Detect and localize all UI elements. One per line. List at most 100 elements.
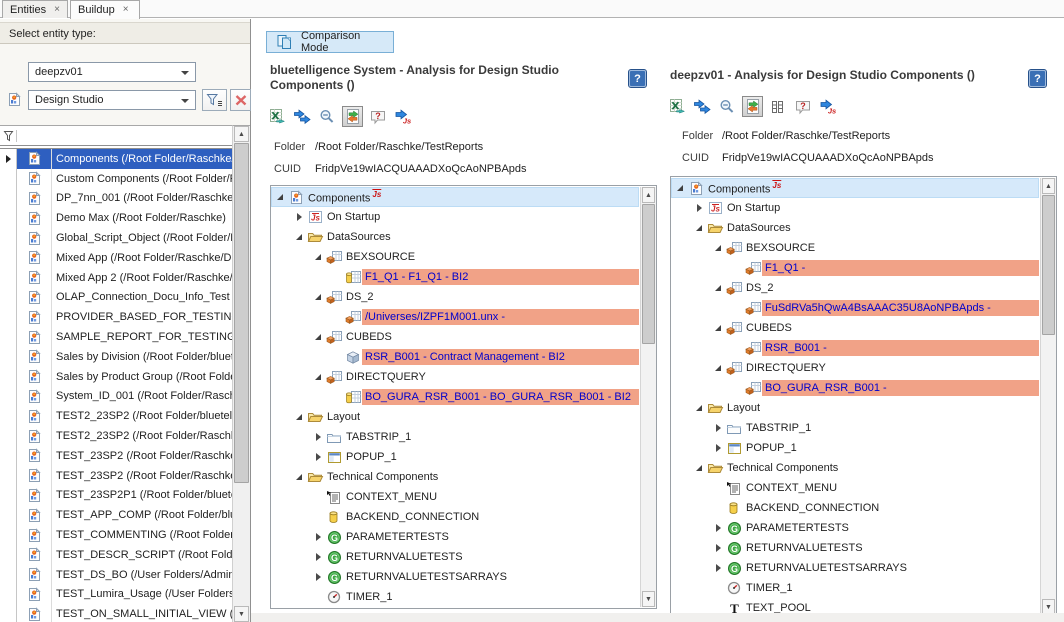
tree-item[interactable]: JsOn Startup bbox=[671, 198, 1039, 218]
entity-row[interactable]: Custom Components (/Root Folder/Ra bbox=[0, 169, 233, 189]
entity-row[interactable]: PROVIDER_BASED_FOR_TESTING (/R bbox=[0, 307, 233, 327]
entity-row[interactable]: SAMPLE_REPORT_FOR_TESTING_M ( bbox=[0, 327, 233, 347]
scroll-up-button[interactable]: ▲ bbox=[234, 126, 249, 142]
tree-item[interactable]: Layout bbox=[271, 407, 639, 427]
expand-expander-icon[interactable] bbox=[711, 424, 725, 432]
expand-expander-icon[interactable] bbox=[311, 573, 325, 581]
scrollbar-thumb[interactable] bbox=[642, 204, 655, 344]
tree-item[interactable]: POPUP_1 bbox=[671, 438, 1039, 458]
collapse-expander-icon[interactable] bbox=[292, 414, 306, 420]
expand-expander-icon[interactable] bbox=[311, 453, 325, 461]
tree-item[interactable]: TIMER_1 bbox=[271, 587, 639, 607]
entity-row[interactable]: TEST_ON_SMALL_INITIAL_VIEW (/Ro bbox=[0, 604, 233, 622]
tree-item[interactable]: BO_GURA_RSR_B001 - BO_GURA_RSR_B001 - BI… bbox=[271, 387, 639, 407]
excel-export-button[interactable] bbox=[267, 106, 288, 127]
scroll-up-button[interactable]: ▲ bbox=[1042, 178, 1055, 194]
tree-item[interactable]: ComponentsJs bbox=[271, 187, 639, 207]
expand-expander-icon[interactable] bbox=[311, 433, 325, 441]
js-transfer-button[interactable]: Js bbox=[817, 96, 838, 117]
tree-item[interactable]: Technical Components bbox=[671, 458, 1039, 478]
scroll-up-button[interactable]: ▲ bbox=[642, 187, 655, 203]
scroll-down-button[interactable]: ▼ bbox=[234, 606, 249, 622]
js-transfer-button[interactable]: Js bbox=[392, 106, 413, 127]
entity-list-filter-row[interactable] bbox=[0, 126, 233, 145]
compare-refresh-button[interactable] bbox=[742, 96, 763, 117]
tree-item[interactable]: GRETURNVALUETESTS bbox=[271, 547, 639, 567]
scroll-down-button[interactable]: ▼ bbox=[642, 591, 655, 607]
comment-question-button[interactable]: ? bbox=[792, 96, 813, 117]
tree-item[interactable]: GRETURNVALUETESTSARRAYS bbox=[271, 567, 639, 587]
entity-row[interactable]: Sales by Division (/Root Folder/bluete bbox=[0, 347, 233, 367]
entity-row[interactable]: Components (/Root Folder/Raschke/T bbox=[0, 149, 233, 169]
transfer-button[interactable] bbox=[292, 106, 313, 127]
tree-item[interactable]: POPUP_1 bbox=[271, 447, 639, 467]
tree-item[interactable]: F1_Q1 - bbox=[671, 258, 1039, 278]
zoom-out-button[interactable] bbox=[317, 106, 338, 127]
entity-row[interactable]: Sales by Product Group (/Root Folder bbox=[0, 367, 233, 387]
scrollbar-thumb[interactable] bbox=[234, 143, 249, 483]
entity-row[interactable]: Mixed App 2 (/Root Folder/Raschke/D bbox=[0, 268, 233, 288]
close-icon[interactable]: × bbox=[54, 5, 60, 15]
tree-scrollbar[interactable]: ▲ ▼ bbox=[1040, 178, 1056, 615]
tree-item[interactable]: BO_GURA_RSR_B001 - bbox=[671, 378, 1039, 398]
tree-scrollbar[interactable]: ▲ ▼ bbox=[640, 187, 656, 607]
tree-item[interactable]: DS_2 bbox=[271, 287, 639, 307]
entity-row[interactable]: TEST_23SP2 (/Root Folder/Raschke/D bbox=[0, 446, 233, 466]
collapse-expander-icon[interactable] bbox=[311, 334, 325, 340]
entity-row[interactable]: Mixed App (/Root Folder/Raschke/De bbox=[0, 248, 233, 268]
expand-expander-icon[interactable] bbox=[711, 444, 725, 452]
tree-item[interactable]: /Universes/IZPF1M001.unx - bbox=[271, 307, 639, 327]
tree-item[interactable]: FuSdRVa5hQwA4BsAAAC35U8AoNPBApds - bbox=[671, 298, 1039, 318]
expand-expander-icon[interactable] bbox=[311, 553, 325, 561]
tree-item[interactable]: TABSTRIP_1 bbox=[671, 418, 1039, 438]
tree-item[interactable]: RSR_B001 - bbox=[671, 338, 1039, 358]
tree-item[interactable]: DIRECTQUERY bbox=[271, 367, 639, 387]
entity-row[interactable]: TEST_DS_BO (/User Folders/Administ bbox=[0, 565, 233, 585]
filter-button[interactable] bbox=[202, 89, 227, 111]
tree-item[interactable]: GRETURNVALUETESTS bbox=[671, 538, 1039, 558]
tree-item[interactable]: DIRECTQUERY bbox=[671, 358, 1039, 378]
entity-type-dropdown[interactable]: Design Studio bbox=[28, 90, 196, 110]
tree-item[interactable]: BACKEND_CONNECTION bbox=[671, 498, 1039, 518]
help-icon[interactable]: ? bbox=[1029, 70, 1046, 87]
tree-item[interactable]: Layout bbox=[671, 398, 1039, 418]
collapse-expander-icon[interactable] bbox=[311, 294, 325, 300]
collapse-expander-icon[interactable] bbox=[292, 234, 306, 240]
clear-filter-button[interactable] bbox=[230, 89, 251, 111]
tree-item[interactable]: CUBEDS bbox=[271, 327, 639, 347]
collapse-expander-icon[interactable] bbox=[711, 325, 725, 331]
tree-item[interactable]: DataSources bbox=[271, 227, 639, 247]
columns-button[interactable] bbox=[767, 96, 788, 117]
tree-item[interactable]: F1_Q1 - F1_Q1 - BI2 bbox=[271, 267, 639, 287]
entity-row[interactable]: OLAP_Connection_Docu_Info_Test (/ bbox=[0, 288, 233, 308]
collapse-expander-icon[interactable] bbox=[692, 405, 706, 411]
entity-row[interactable]: TEST2_23SP2 (/Root Folder/Raschke, bbox=[0, 426, 233, 446]
expand-expander-icon[interactable] bbox=[311, 533, 325, 541]
expand-expander-icon[interactable] bbox=[292, 213, 306, 221]
tree-item[interactable]: DataSources bbox=[671, 218, 1039, 238]
tree-item[interactable]: GPARAMETERTESTS bbox=[271, 527, 639, 547]
entity-row[interactable]: TEST_DESCR_SCRIPT (/Root Folder/R bbox=[0, 545, 233, 565]
collapse-expander-icon[interactable] bbox=[711, 245, 725, 251]
tree-item[interactable]: GPARAMETERTESTS bbox=[671, 518, 1039, 538]
scrollbar-thumb[interactable] bbox=[1042, 195, 1055, 335]
collapse-expander-icon[interactable] bbox=[273, 194, 287, 200]
tree-item[interactable]: JsOn Startup bbox=[271, 207, 639, 227]
entity-row[interactable]: Demo Max (/Root Folder/Raschke) bbox=[0, 208, 233, 228]
tree-item[interactable]: Technical Components bbox=[271, 467, 639, 487]
tree-item[interactable]: RSR_B001 - Contract Management - BI2 bbox=[271, 347, 639, 367]
expand-expander-icon[interactable] bbox=[711, 564, 725, 572]
expand-expander-icon[interactable] bbox=[711, 524, 725, 532]
tree-item[interactable]: CONTEXT_MENU bbox=[271, 487, 639, 507]
excel-export-button[interactable] bbox=[667, 96, 688, 117]
collapse-expander-icon[interactable] bbox=[692, 225, 706, 231]
collapse-expander-icon[interactable] bbox=[692, 465, 706, 471]
comment-question-button[interactable]: ? bbox=[367, 106, 388, 127]
entity-row[interactable]: Global_Script_Object (/Root Folder/R bbox=[0, 228, 233, 248]
compare-refresh-button[interactable] bbox=[342, 106, 363, 127]
entity-row[interactable]: System_ID_001 (/Root Folder/Raschk bbox=[0, 387, 233, 407]
collapse-expander-icon[interactable] bbox=[711, 285, 725, 291]
entity-row[interactable]: TEST_COMMENTING (/Root Folder/bl bbox=[0, 525, 233, 545]
collapse-expander-icon[interactable] bbox=[311, 374, 325, 380]
entity-row[interactable]: TEST_Lumira_Usage (/User Folders/A bbox=[0, 585, 233, 605]
